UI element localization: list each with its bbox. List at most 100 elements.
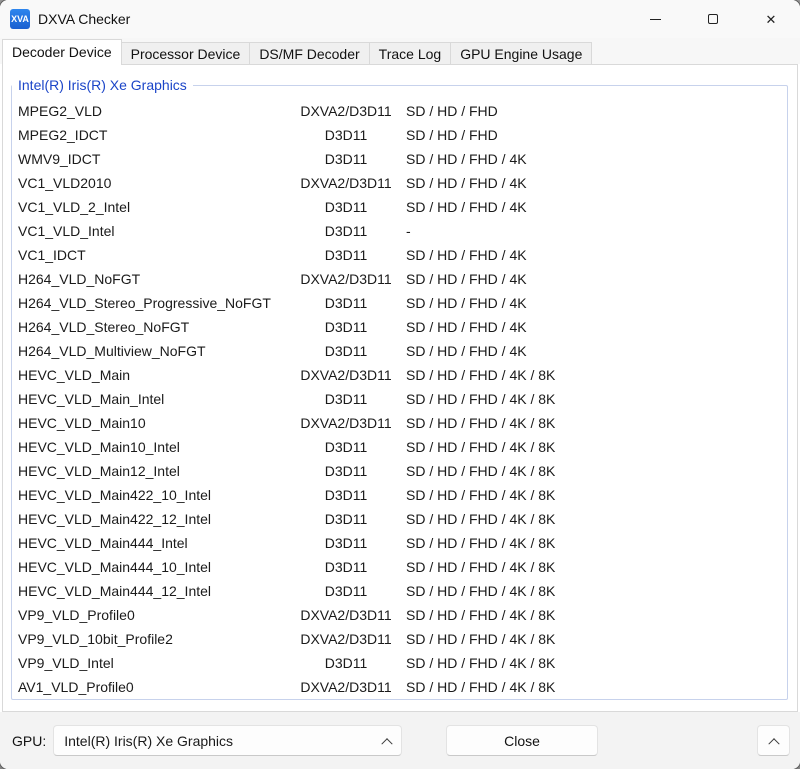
decoder-name: VP9_VLD_Intel <box>18 655 114 671</box>
decoder-api: DXVA2/D3D11 <box>300 103 392 119</box>
decoder-resolutions: SD / HD / FHD / 4K <box>406 295 527 311</box>
gpu-select[interactable]: Intel(R) Iris(R) Xe Graphics <box>53 725 403 756</box>
caption-buttons: ✕ <box>626 0 800 38</box>
minimize-icon <box>649 18 661 20</box>
decoder-resolutions: SD / HD / FHD / 4K / 8K <box>406 487 556 503</box>
decoder-name: VC1_VLD_Intel <box>18 223 115 239</box>
decoder-api: D3D11 <box>324 199 368 215</box>
window-title: DXVA Checker <box>38 11 131 27</box>
decoder-name: H264_VLD_NoFGT <box>18 271 141 287</box>
decoder-resolutions: SD / HD / FHD / 4K / 8K <box>406 583 556 599</box>
decoder-row[interactable]: HEVC_VLD_Main444_Intel D3D11 SD / HD / F… <box>12 531 787 555</box>
decoder-row[interactable]: H264_VLD_Stereo_NoFGT D3D11 SD / HD / FH… <box>12 315 787 339</box>
decoder-resolutions: SD / HD / FHD / 4K <box>406 247 527 263</box>
decoder-api: D3D11 <box>324 223 368 239</box>
decoder-name: VC1_IDCT <box>18 247 86 263</box>
decoder-api: D3D11 <box>324 151 368 167</box>
close-window-button[interactable]: ✕ <box>742 0 800 38</box>
minimize-button[interactable] <box>626 0 684 38</box>
decoder-name: HEVC_VLD_Main444_10_Intel <box>18 559 212 575</box>
gpu-label: GPU: <box>12 732 47 749</box>
decoder-resolutions: SD / HD / FHD <box>406 103 498 119</box>
decoder-name: VP9_VLD_10bit_Profile2 <box>18 631 173 647</box>
decoder-api: D3D11 <box>324 559 368 575</box>
decoder-row[interactable]: VC1_VLD_2_Intel D3D11 SD / HD / FHD / 4K <box>12 195 787 219</box>
gpu-select-value: Intel(R) Iris(R) Xe Graphics <box>64 732 234 749</box>
decoder-device-page: Intel(R) Iris(R) Xe Graphics MPEG2_VLD D… <box>2 64 798 712</box>
decoder-resolutions: - <box>406 223 411 239</box>
decoder-api: D3D11 <box>324 487 368 503</box>
footer-bar: GPU: Intel(R) Iris(R) Xe Graphics Close <box>0 712 800 769</box>
chevron-up-icon <box>767 737 780 749</box>
decoder-resolutions: SD / HD / FHD / 4K <box>406 343 527 359</box>
decoder-row[interactable]: VP9_VLD_Profile0 DXVA2/D3D11 SD / HD / F… <box>12 603 787 627</box>
decoder-row[interactable]: VC1_VLD_Intel D3D11 - <box>12 219 787 243</box>
decoder-api: DXVA2/D3D11 <box>300 607 392 623</box>
tab-trace-log[interactable]: Trace Log <box>368 42 452 64</box>
decoder-resolutions: SD / HD / FHD / 4K / 8K <box>406 415 556 431</box>
decoder-row[interactable]: VP9_VLD_10bit_Profile2 DXVA2/D3D11 SD / … <box>12 627 787 651</box>
decoder-api: DXVA2/D3D11 <box>300 367 392 383</box>
decoder-row[interactable]: HEVC_VLD_Main_Intel D3D11 SD / HD / FHD … <box>12 387 787 411</box>
close-button[interactable]: Close <box>446 725 598 756</box>
tab-processor-device[interactable]: Processor Device <box>120 42 251 64</box>
decoder-resolutions: SD / HD / FHD / 4K / 8K <box>406 559 556 575</box>
decoder-row[interactable]: MPEG2_VLD DXVA2/D3D11 SD / HD / FHD <box>12 99 787 123</box>
decoder-resolutions: SD / HD / FHD / 4K / 8K <box>406 679 556 695</box>
decoder-row[interactable]: AV1_VLD_Profile0 DXVA2/D3D11 SD / HD / F… <box>12 675 787 699</box>
decoder-name: AV1_VLD_Profile0 <box>18 679 134 695</box>
options-expand-button[interactable] <box>757 725 790 756</box>
decoder-row[interactable]: VC1_IDCT D3D11 SD / HD / FHD / 4K <box>12 243 787 267</box>
decoder-name: VC1_VLD2010 <box>18 175 112 191</box>
decoder-api: D3D11 <box>324 295 368 311</box>
close-icon: ✕ <box>765 11 777 27</box>
decoder-row[interactable]: H264_VLD_NoFGT DXVA2/D3D11 SD / HD / FHD… <box>12 267 787 291</box>
decoder-row[interactable]: HEVC_VLD_Main422_10_Intel D3D11 SD / HD … <box>12 483 787 507</box>
decoder-row[interactable]: H264_VLD_Multiview_NoFGT D3D11 SD / HD /… <box>12 339 787 363</box>
decoder-row[interactable]: HEVC_VLD_Main422_12_Intel D3D11 SD / HD … <box>12 507 787 531</box>
decoder-resolutions: SD / HD / FHD / 4K / 8K <box>406 439 556 455</box>
decoder-name: HEVC_VLD_Main10_Intel <box>18 439 180 455</box>
decoder-api: DXVA2/D3D11 <box>300 271 392 287</box>
maximize-button[interactable] <box>684 0 742 38</box>
decoder-api: D3D11 <box>324 247 368 263</box>
decoder-row[interactable]: MPEG2_IDCT D3D11 SD / HD / FHD <box>12 123 787 147</box>
decoder-api: D3D11 <box>324 583 368 599</box>
tab-strip: Decoder Device Processor Device DS/MF De… <box>0 38 800 65</box>
decoder-resolutions: SD / HD / FHD / 4K / 8K <box>406 631 556 647</box>
decoder-row[interactable]: HEVC_VLD_Main444_12_Intel D3D11 SD / HD … <box>12 579 787 603</box>
decoder-name: HEVC_VLD_Main422_12_Intel <box>18 511 212 527</box>
decoder-resolutions: SD / HD / FHD / 4K / 8K <box>406 535 556 551</box>
decoder-name: H264_VLD_Stereo_Progressive_NoFGT <box>18 295 271 311</box>
decoder-row[interactable]: WMV9_IDCT D3D11 SD / HD / FHD / 4K <box>12 147 787 171</box>
tab-gpu-engine-usage[interactable]: GPU Engine Usage <box>450 42 593 64</box>
decoder-row[interactable]: VP9_VLD_Intel D3D11 SD / HD / FHD / 4K /… <box>12 651 787 675</box>
tab-decoder-device[interactable]: Decoder Device <box>2 39 122 65</box>
maximize-icon <box>708 14 718 24</box>
decoder-api: DXVA2/D3D11 <box>300 679 392 695</box>
decoder-resolutions: SD / HD / FHD / 4K / 8K <box>406 655 556 671</box>
decoder-api: DXVA2/D3D11 <box>300 175 392 191</box>
tab-dsmf-decoder[interactable]: DS/MF Decoder <box>249 42 370 64</box>
decoder-name: HEVC_VLD_Main12_Intel <box>18 463 180 479</box>
decoder-name: WMV9_IDCT <box>18 151 101 167</box>
decoder-api: DXVA2/D3D11 <box>300 415 392 431</box>
decoder-resolutions: SD / HD / FHD / 4K / 8K <box>406 463 556 479</box>
decoder-row[interactable]: HEVC_VLD_Main10 DXVA2/D3D11 SD / HD / FH… <box>12 411 787 435</box>
decoder-api: D3D11 <box>324 511 368 527</box>
decoder-name: H264_VLD_Stereo_NoFGT <box>18 319 190 335</box>
chevron-up-icon <box>381 737 393 749</box>
decoder-row[interactable]: HEVC_VLD_Main10_Intel D3D11 SD / HD / FH… <box>12 435 787 459</box>
decoder-api: D3D11 <box>324 391 368 407</box>
decoder-name: HEVC_VLD_Main444_Intel <box>18 535 188 551</box>
decoder-row[interactable]: H264_VLD_Stereo_Progressive_NoFGT D3D11 … <box>12 291 787 315</box>
decoder-row[interactable]: VC1_VLD2010 DXVA2/D3D11 SD / HD / FHD / … <box>12 171 787 195</box>
decoder-api: DXVA2/D3D11 <box>300 631 392 647</box>
decoder-row[interactable]: HEVC_VLD_Main12_Intel D3D11 SD / HD / FH… <box>12 459 787 483</box>
title-bar: XVA DXVA Checker ✕ <box>0 0 800 38</box>
decoder-resolutions: SD / HD / FHD / 4K <box>406 175 527 191</box>
decoder-name: VP9_VLD_Profile0 <box>18 607 135 623</box>
gpu-groupbox: Intel(R) Iris(R) Xe Graphics MPEG2_VLD D… <box>11 76 788 700</box>
decoder-row[interactable]: HEVC_VLD_Main444_10_Intel D3D11 SD / HD … <box>12 555 787 579</box>
decoder-row[interactable]: HEVC_VLD_Main DXVA2/D3D11 SD / HD / FHD … <box>12 363 787 387</box>
